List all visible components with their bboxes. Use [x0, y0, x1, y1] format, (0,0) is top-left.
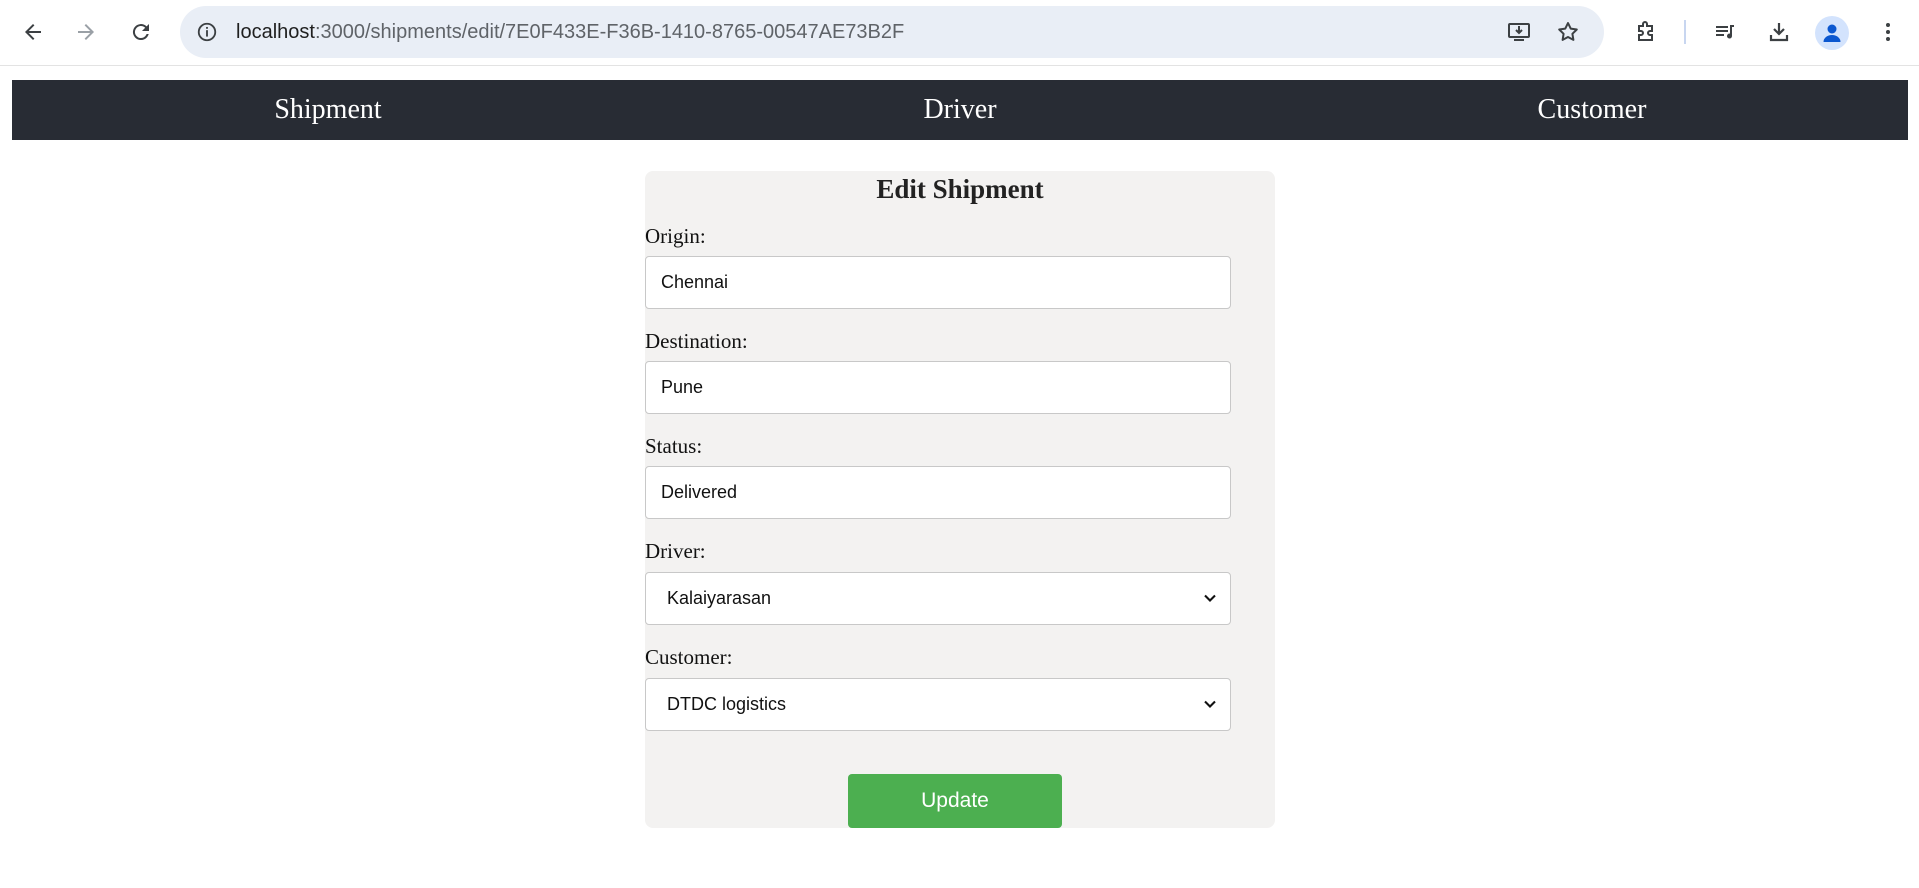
nav-customer[interactable]: Customer: [1276, 80, 1908, 140]
chevron-down-icon: [1204, 594, 1216, 602]
driver-label: Driver:: [645, 539, 706, 563]
playlist-icon: [1716, 25, 1734, 39]
forward-button[interactable]: [68, 14, 104, 50]
address-bar[interactable]: localhost:3000/shipments/edit/7E0F433E-F…: [180, 6, 1604, 58]
edit-shipment-form: Edit Shipment Origin: Chennai Destinatio…: [645, 171, 1275, 828]
arrow-left-icon: [25, 24, 41, 40]
origin-label: Origin:: [645, 224, 706, 248]
update-button[interactable]: Update: [848, 774, 1062, 828]
status-input[interactable]: Delivered: [645, 466, 1231, 519]
browser-toolbar: localhost:3000/shipments/edit/7E0F433E-F…: [0, 0, 1919, 66]
form-title: Edit Shipment: [876, 174, 1044, 204]
customer-select-value: DTDC logistics: [667, 694, 787, 714]
install-app-icon[interactable]: [1506, 19, 1532, 45]
site-info-icon[interactable]: [194, 19, 220, 45]
reload-icon: [132, 24, 149, 41]
driver-select[interactable]: Kalaiyarasan: [645, 572, 1231, 625]
nav-driver[interactable]: Driver: [644, 80, 1276, 140]
media-controls-button[interactable]: [1707, 14, 1743, 50]
downloads-button[interactable]: [1761, 14, 1797, 50]
bookmark-star-icon[interactable]: [1555, 19, 1581, 45]
puzzle-icon: [1638, 21, 1653, 41]
origin-input[interactable]: Chennai: [645, 256, 1231, 309]
customer-label: Customer:: [645, 645, 733, 669]
download-icon: [1769, 23, 1789, 42]
customer-select[interactable]: DTDC logistics: [645, 678, 1231, 731]
url-path: :3000/shipments/edit/7E0F433E-F36B-1410-…: [314, 21, 905, 43]
arrow-right-icon: [78, 24, 94, 40]
toolbar-divider: [1684, 20, 1686, 44]
destination-input[interactable]: Pune: [645, 361, 1231, 414]
browser-menu-button[interactable]: [1870, 14, 1906, 50]
main-navbar: Shipment Driver Customer: [12, 80, 1908, 140]
url-host: localhost: [236, 21, 315, 43]
kebab-menu-icon: [1886, 23, 1890, 41]
reload-button[interactable]: [123, 14, 159, 50]
url-text[interactable]: localhost:3000/shipments/edit/7E0F433E-F…: [236, 6, 904, 58]
status-label: Status:: [645, 434, 703, 458]
chevron-down-icon: [1204, 700, 1216, 708]
destination-label: Destination:: [645, 329, 748, 353]
back-button[interactable]: [15, 14, 51, 50]
profile-avatar-icon[interactable]: [1815, 16, 1849, 50]
nav-shipment[interactable]: Shipment: [12, 80, 644, 140]
extensions-button[interactable]: [1628, 14, 1664, 50]
driver-select-value: Kalaiyarasan: [667, 588, 772, 608]
